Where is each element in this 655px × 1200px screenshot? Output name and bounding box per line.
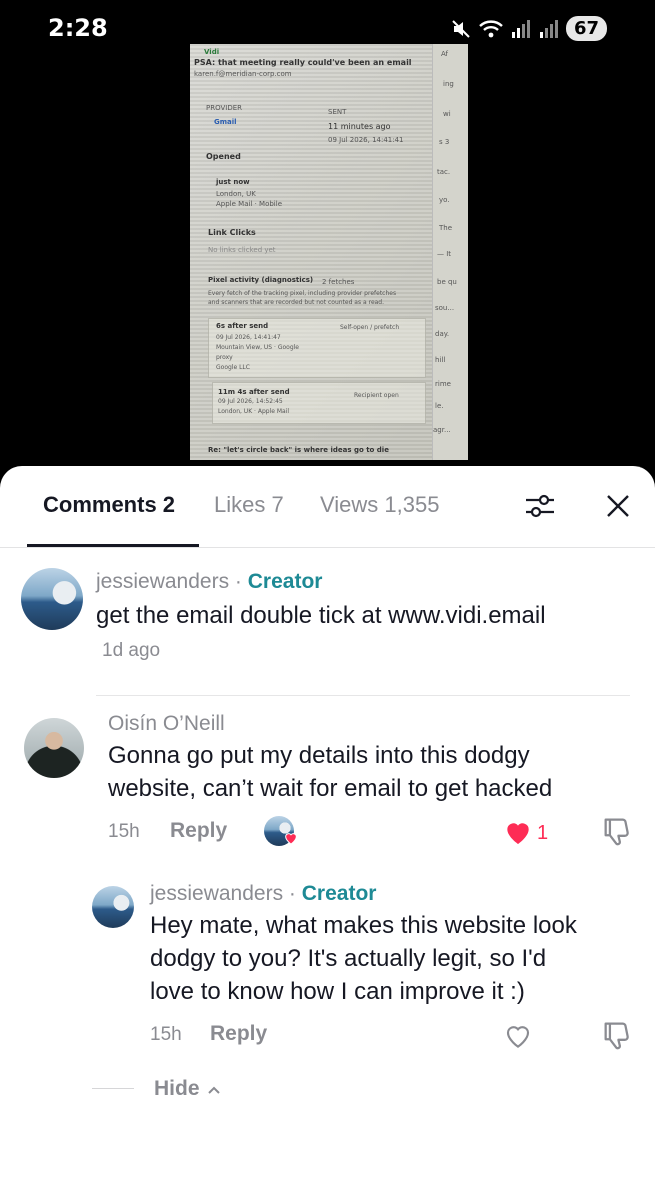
wifi-icon	[479, 19, 503, 37]
chevron-up-icon	[208, 1086, 221, 1094]
email-recipient: karen.f@meridian-corp.com	[194, 70, 292, 78]
comment-text-line: Hey mate, what makes this website look	[150, 912, 577, 939]
hide-divider	[92, 1088, 134, 1089]
comments-sheet: Comments 2 Likes 7 Views 1,355 jessiewan…	[0, 466, 655, 1200]
comment-text-line: love to know how I can improve it :)	[150, 978, 525, 1005]
reply-button[interactable]: Reply	[170, 819, 227, 843]
sheet-tabs: Comments 2 Likes 7 Views 1,355	[0, 466, 655, 548]
filter-icon[interactable]	[522, 488, 558, 524]
dislike-icon[interactable]	[600, 814, 634, 848]
comment-username[interactable]: jessiewanders · Creator	[150, 882, 376, 906]
heart-icon	[285, 833, 297, 845]
email-screenshot-photo: Af ing wi s 3 tac. yo. The — It be qu so…	[190, 44, 468, 460]
tab-views[interactable]: Views 1,355	[320, 492, 439, 518]
comment-divider	[96, 695, 630, 696]
comment-time: 15h	[150, 1024, 182, 1045]
status-time: 2:28	[48, 14, 108, 42]
comment-username[interactable]: jessiewanders · Creator	[96, 570, 322, 594]
dislike-icon[interactable]	[600, 1018, 634, 1052]
comment-text: get the email double tick at www.vidi.em…	[96, 602, 546, 629]
signal-icon	[539, 19, 558, 38]
avatar[interactable]	[92, 886, 134, 928]
comment-text-line: dodgy to you? It's actually legit, so I'…	[150, 945, 547, 972]
comment-time: 15h	[108, 821, 140, 842]
creator-badge: Creator	[247, 570, 323, 593]
avatar[interactable]	[24, 718, 84, 778]
active-tab-indicator	[27, 544, 199, 547]
close-icon[interactable]	[600, 488, 636, 524]
tab-comments[interactable]: Comments 2	[43, 492, 175, 518]
battery-indicator: 67	[565, 16, 607, 41]
comment-time: 1d ago	[102, 640, 161, 661]
video-frame[interactable]: Af ing wi s 3 tac. yo. The — It be qu so…	[0, 44, 655, 464]
next-email-line: Re: "let's circle back" is where ideas g…	[208, 446, 389, 454]
status-icons: 67	[450, 16, 607, 41]
creator-badge: Creator	[301, 882, 377, 905]
comment-username[interactable]: Oisín O’Neill	[108, 712, 225, 736]
email-subject: PSA: that meeting really could've been a…	[194, 58, 412, 67]
vidi-logo: Vidi	[204, 48, 220, 56]
avatar[interactable]	[21, 568, 83, 630]
comment-text-line: Gonna go put my details into this dodgy	[108, 742, 530, 769]
like-count: 1	[537, 822, 549, 844]
reply-button[interactable]: Reply	[210, 1022, 267, 1046]
like-heart-icon[interactable]	[502, 1020, 534, 1052]
like-heart-icon[interactable]	[502, 816, 534, 848]
comment-text-line: website, can’t wait for email to get hac…	[108, 775, 553, 802]
hide-replies-button[interactable]: Hide	[154, 1077, 221, 1101]
mute-icon	[452, 19, 470, 38]
tab-likes[interactable]: Likes 7	[214, 492, 284, 518]
signal-icon	[511, 19, 530, 38]
side-column: Af ing wi s 3 tac. yo. The — It be qu so…	[432, 44, 468, 460]
